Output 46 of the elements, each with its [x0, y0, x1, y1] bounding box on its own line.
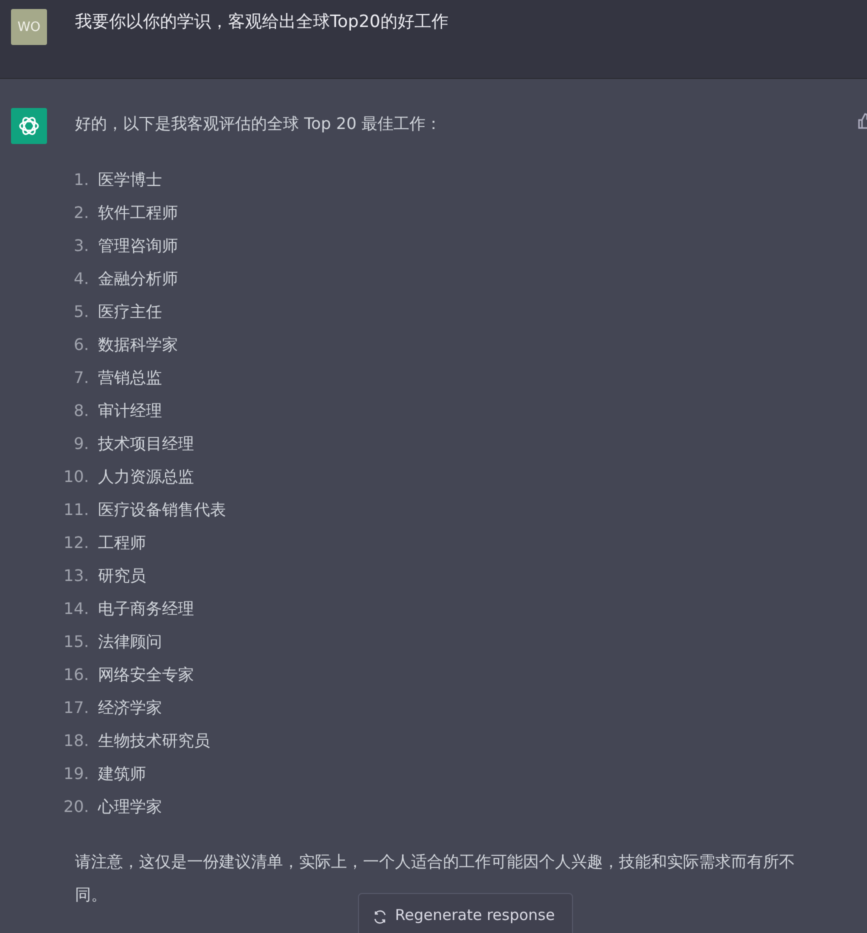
list-item-text: 金融分析师 [98, 268, 178, 290]
user-avatar: WO [11, 9, 47, 45]
list-item-text: 建筑师 [98, 763, 146, 785]
list-item-text: 医疗主任 [98, 301, 162, 323]
list-number: 15. [62, 631, 89, 653]
refresh-icon [373, 910, 387, 924]
list-number: 16. [62, 664, 89, 686]
list-item-text: 管理咨询师 [98, 235, 178, 257]
list-item-text: 工程师 [98, 532, 146, 554]
list-item-text: 数据科学家 [98, 334, 178, 356]
assistant-logo-icon [11, 108, 47, 144]
list-number: 7. [72, 367, 89, 389]
list-item-text: 技术项目经理 [98, 433, 194, 455]
assistant-intro: 好的，以下是我客观评估的全球 Top 20 最佳工作： [75, 113, 443, 135]
list-number: 20. [62, 796, 89, 818]
list-item-text: 经济学家 [98, 697, 162, 719]
list-number: 3. [72, 235, 89, 257]
list-item-text: 审计经理 [98, 400, 162, 422]
list-item-text: 法律顾问 [98, 631, 162, 653]
list-item-text: 电子商务经理 [98, 598, 194, 620]
list-number: 10. [62, 466, 89, 488]
list-number: 5. [72, 301, 89, 323]
regenerate-button[interactable]: Regenerate response [358, 893, 573, 933]
list-number: 1. [72, 169, 89, 191]
list-number: 8. [72, 400, 89, 422]
user-message: 我要你以你的学识，客观给出全球Top20的好工作 [75, 11, 448, 34]
list-number: 17. [62, 697, 89, 719]
list-number: 12. [62, 532, 89, 554]
list-item-text: 生物技术研究员 [98, 730, 210, 752]
list-number: 13. [62, 565, 89, 587]
list-number: 14. [62, 598, 89, 620]
list-number: 2. [72, 202, 89, 224]
list-item-text: 研究员 [98, 565, 146, 587]
list-number: 9. [72, 433, 89, 455]
list-item-text: 医疗设备销售代表 [98, 499, 226, 521]
list-item-text: 医学博士 [98, 169, 162, 191]
list-number: 6. [72, 334, 89, 356]
list-number: 19. [62, 763, 89, 785]
list-number: 18. [62, 730, 89, 752]
list-item-text: 网络安全专家 [98, 664, 194, 686]
list-number: 11. [62, 499, 89, 521]
list-item-text: 心理学家 [98, 796, 162, 818]
list-item-text: 营销总监 [98, 367, 162, 389]
list-item-text: 软件工程师 [98, 202, 178, 224]
list-item-text: 人力资源总监 [98, 466, 194, 488]
list-number: 4. [72, 268, 89, 290]
